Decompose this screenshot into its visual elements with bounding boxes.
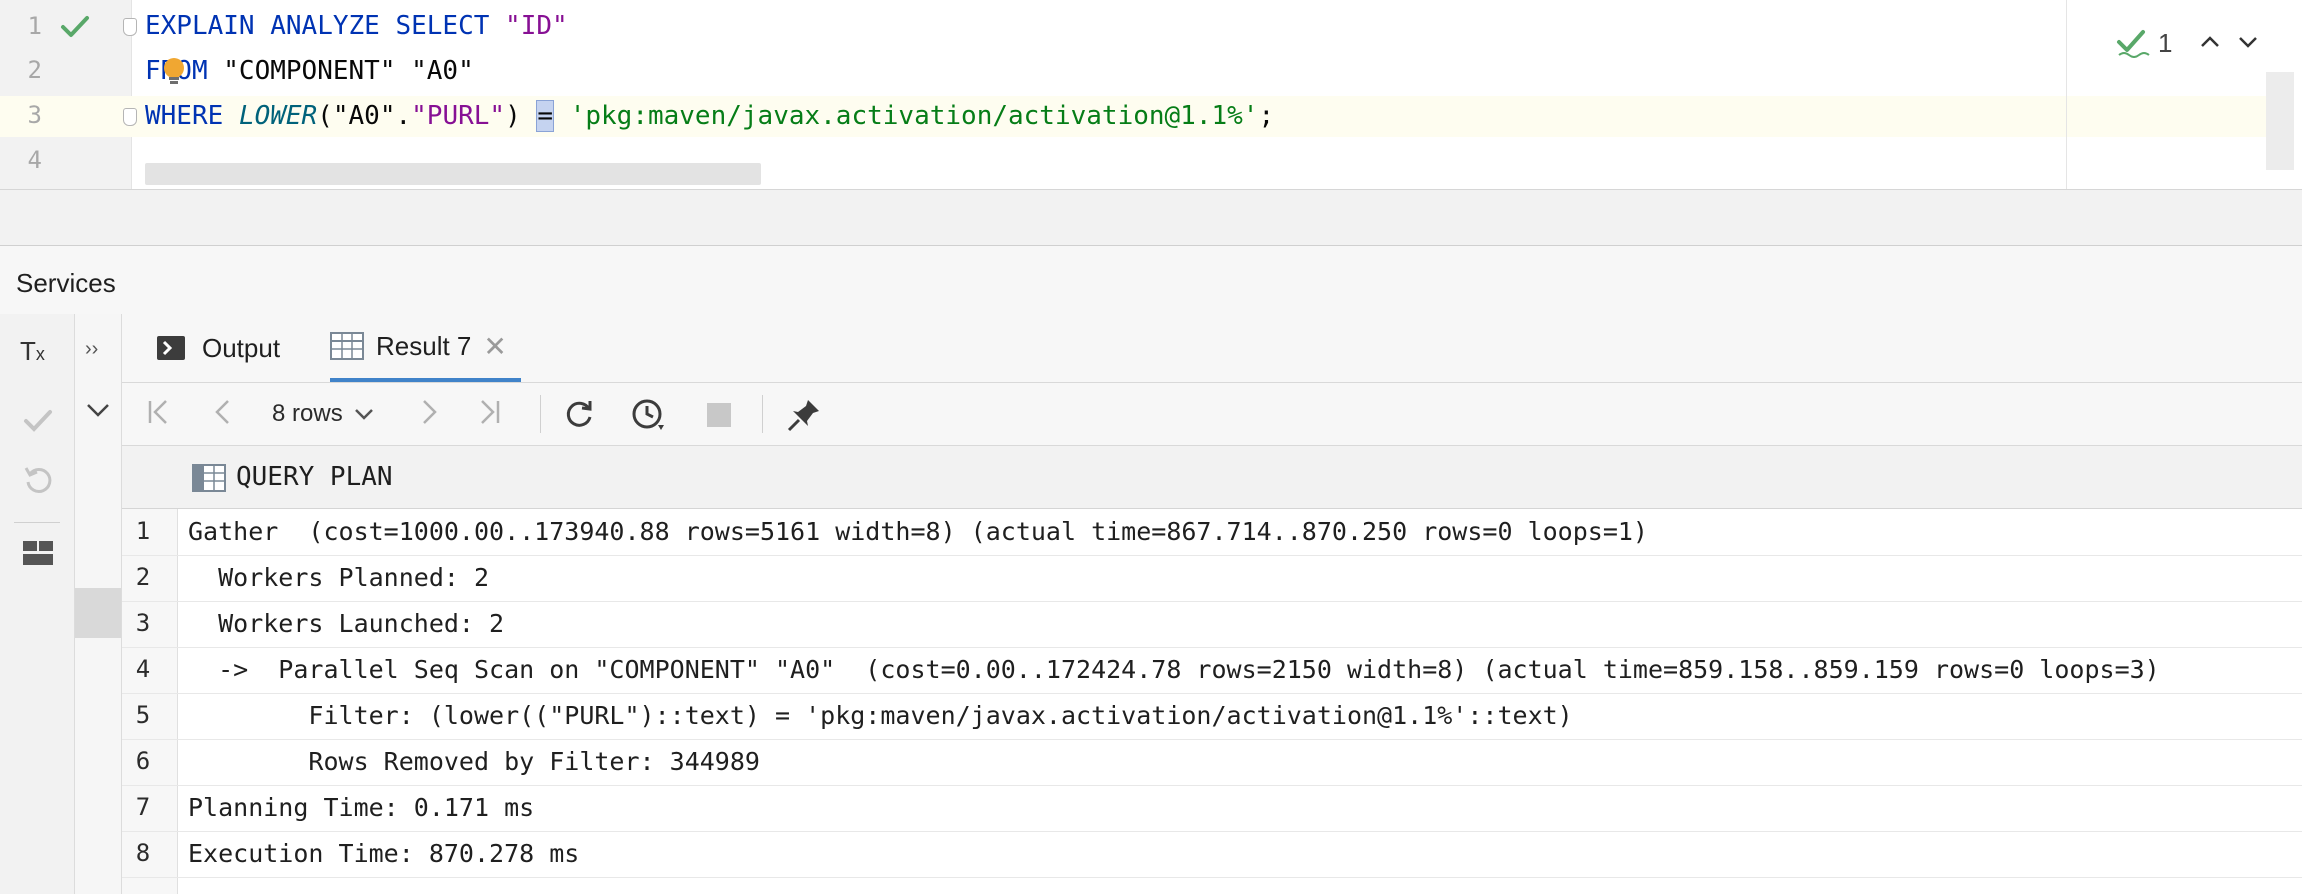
tab-result-7[interactable]: Result 7 ✕	[330, 314, 521, 382]
first-page-icon[interactable]	[144, 397, 174, 427]
tab-label: Result 7	[376, 330, 472, 361]
column-header-query-plan[interactable]: QUERY PLAN	[236, 462, 393, 492]
row-number: 8	[135, 839, 151, 867]
chevron-down-icon[interactable]	[85, 400, 111, 420]
commit-check-icon[interactable]	[22, 406, 54, 436]
fold-marker-icon[interactable]	[123, 108, 137, 126]
close-icon[interactable]: ✕	[483, 330, 506, 363]
code-line-3[interactable]: WHERE LOWER("A0"."PURL") = 'pkg:maven/ja…	[145, 100, 1275, 132]
dot: .	[395, 101, 412, 131]
lightbulb-icon[interactable]	[161, 57, 187, 85]
cell[interactable]: Execution Time: 870.278 ms	[188, 839, 579, 868]
keyword: WHERE	[145, 101, 224, 131]
identifier: "PURL"	[411, 101, 506, 131]
table-row[interactable]: 8 Execution Time: 870.278 ms	[122, 831, 2302, 878]
services-header: Services	[0, 245, 2302, 315]
table-icon	[330, 332, 364, 360]
grid-header: QUERY PLAN	[122, 446, 2302, 509]
function-name: LOWER	[238, 101, 318, 131]
row-number: 6	[135, 747, 151, 775]
row-number: 3	[135, 609, 151, 637]
line-number: 1	[27, 12, 42, 40]
previous-page-icon[interactable]	[208, 397, 238, 427]
keyword: EXPLAIN	[145, 11, 255, 41]
table-row[interactable]: 4 -> Parallel Seq Scan on "COMPONENT" "A…	[122, 647, 2302, 694]
table-row[interactable]: 5 Filter: (lower(("PURL")::text) = 'pkg:…	[122, 693, 2302, 740]
row-number: 5	[135, 701, 151, 729]
rollback-icon[interactable]	[22, 464, 54, 496]
tree-selection[interactable]	[75, 588, 121, 638]
column-icon	[192, 464, 226, 492]
next-page-icon[interactable]	[414, 397, 444, 427]
vertical-scrollbar[interactable]	[2266, 72, 2294, 170]
chevron-down-icon	[354, 409, 373, 420]
keyword: ANALYZE	[270, 11, 380, 41]
cell[interactable]: Workers Launched: 2	[188, 609, 504, 638]
identifier: "A0"	[411, 56, 474, 86]
inspection-count: 1	[2158, 28, 2173, 58]
paren: )	[505, 101, 521, 131]
chevron-down-icon[interactable]	[2236, 30, 2260, 54]
cell[interactable]: Filter: (lower(("PURL")::text) = 'pkg:ma…	[188, 701, 1572, 730]
inspection-widget[interactable]: 1	[2066, 22, 2266, 62]
sql-editor[interactable]: 1 2 3 4 EXPLAIN ANALYZE SELECT "ID" FROM…	[0, 0, 2302, 190]
stop-icon[interactable]	[707, 403, 731, 427]
pin-icon[interactable]	[786, 397, 822, 433]
cell[interactable]: Gather (cost=1000.00..173940.88 rows=516…	[188, 517, 1648, 546]
services-left-toolbar: Tx	[0, 314, 75, 894]
rows-count: 8 rows	[272, 400, 343, 427]
check-icon[interactable]	[60, 14, 90, 40]
table-row[interactable]: 7 Planning Time: 0.171 ms	[122, 785, 2302, 832]
row-number: 2	[135, 563, 151, 591]
paren: (	[317, 101, 333, 131]
row-number: 4	[135, 655, 151, 683]
transaction-mode-icon[interactable]: Tx	[20, 336, 45, 367]
line-number: 4	[27, 146, 42, 174]
history-icon[interactable]	[630, 397, 668, 433]
line-number: 3	[27, 101, 42, 129]
page-size-select[interactable]: 8 rows	[272, 400, 375, 428]
fold-marker-icon[interactable]	[123, 18, 137, 36]
divider	[14, 522, 60, 523]
result-grid[interactable]: QUERY PLAN 1 Gather (cost=1000.00..173940…	[122, 446, 2302, 894]
line-number: 2	[27, 56, 42, 84]
console-icon	[157, 336, 185, 360]
code-line-2[interactable]: FROM "COMPONENT" "A0"	[145, 56, 474, 86]
row-number: 1	[135, 517, 151, 545]
toolbar-separator	[540, 395, 541, 433]
result-tabs: Output Result 7 ✕	[122, 314, 2302, 383]
identifier: "A0"	[332, 101, 396, 131]
string-literal: 'pkg:maven/javax.activation/activation@1…	[569, 101, 1259, 131]
cell[interactable]: -> Parallel Seq Scan on "COMPONENT" "A0"…	[188, 655, 2160, 684]
splitter[interactable]	[0, 190, 2302, 245]
identifier: "ID"	[505, 11, 568, 41]
inspection-ok-icon[interactable]	[2116, 28, 2150, 58]
refresh-icon[interactable]	[562, 397, 596, 431]
cell[interactable]: Planning Time: 0.171 ms	[188, 793, 534, 822]
table-row[interactable]: 1 Gather (cost=1000.00..173940.88 rows=51…	[122, 509, 2302, 556]
result-toolbar: 8 rows	[122, 383, 2302, 446]
cell[interactable]: Rows Removed by Filter: 344989	[188, 747, 760, 776]
code-line-1[interactable]: EXPLAIN ANALYZE SELECT "ID"	[145, 11, 568, 41]
chevron-up-icon[interactable]	[2198, 30, 2222, 54]
tab-label: Output	[202, 332, 281, 363]
cell[interactable]: Workers Planned: 2	[188, 563, 489, 592]
semicolon: ;	[1258, 101, 1275, 131]
operator: =	[536, 100, 555, 132]
table-row[interactable]: 3 Workers Launched: 2	[122, 601, 2302, 648]
expand-icon[interactable]: ››	[85, 338, 98, 361]
identifier: "COMPONENT"	[223, 56, 396, 86]
last-page-icon[interactable]	[474, 397, 504, 427]
tab-output[interactable]: Output	[156, 314, 280, 382]
table-row[interactable]: 2 Workers Planned: 2	[122, 555, 2302, 602]
layout-icon[interactable]	[22, 540, 54, 566]
table-row[interactable]: 6 Rows Removed by Filter: 344989	[122, 739, 2302, 786]
keyword: SELECT	[395, 11, 490, 41]
row-number: 7	[135, 793, 151, 821]
toolbar-separator	[762, 395, 763, 433]
services-title: Services	[16, 268, 116, 298]
horizontal-scrollbar[interactable]	[145, 163, 761, 185]
